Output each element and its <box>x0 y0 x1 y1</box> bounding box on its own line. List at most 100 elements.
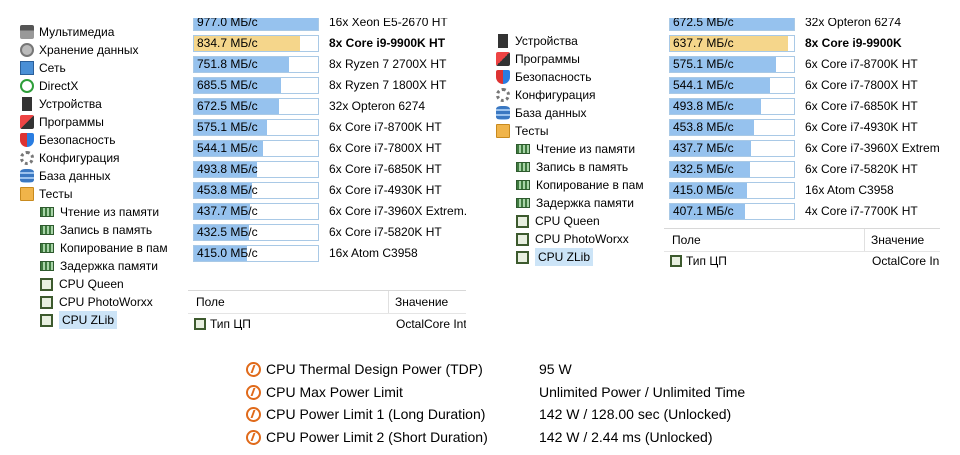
score-value: 453.8 МБ/с <box>673 120 734 134</box>
tree-item-база-данных[interactable]: База данных <box>496 104 586 122</box>
result-row[interactable]: 493.8 МБ/с 6x Core i7-6850K HT <box>193 159 466 180</box>
tree-item-база-данных[interactable]: База данных <box>20 167 110 185</box>
tree-item-безопасность[interactable]: Безопасность <box>20 131 116 149</box>
tree-item-устройства[interactable]: Устройства <box>20 95 102 113</box>
score-value: 751.8 МБ/с <box>197 57 258 71</box>
score-bar: 493.8 МБ/с <box>193 161 319 178</box>
left-navigation-tree: Мультимедиа Хранение данных Сеть DirectX Уст… <box>0 18 180 330</box>
power-limit-row[interactable]: CPU Power Limit 1 (Long Duration) 142 W /… <box>246 403 731 426</box>
score-value: 672.5 МБ/с <box>197 99 258 113</box>
security-icon <box>20 133 34 147</box>
tree-item-мультимедиа[interactable]: Мультимедиа <box>20 23 114 41</box>
cpu-name: 8x Core i9-9900K <box>805 36 902 50</box>
score-bar: 685.5 МБ/с <box>193 77 319 94</box>
score-bar: 415.0 МБ/с <box>193 245 319 262</box>
cpu-name: 32x Opteron 6274 <box>805 18 902 29</box>
tree-item-запись-в-память[interactable]: Запись в память <box>516 158 628 176</box>
tree-item-конфигурация[interactable]: Конфигурация <box>496 86 596 104</box>
result-row[interactable]: 407.1 МБ/с 4x Core i7-7700K HT <box>669 201 940 222</box>
ram-icon <box>40 261 54 271</box>
score-value: 637.7 МБ/с <box>673 36 734 50</box>
result-row[interactable]: 672.5 МБ/с 32x Opteron 6274 <box>193 96 466 117</box>
tree-item-cpu-queen[interactable]: CPU Queen <box>516 212 600 230</box>
result-row[interactable]: 493.8 МБ/с 6x Core i7-6850K HT <box>669 96 940 117</box>
column-header-field[interactable]: Поле <box>672 229 701 251</box>
right-results-panel: 672.5 МБ/с 32x Opteron 6274 637.7 МБ/с 8x C… <box>664 18 940 270</box>
cpu-name: 6x Core i7-4930K HT <box>805 120 918 134</box>
tree-item-копирование-в-пам[interactable]: Копирование в пам <box>516 176 644 194</box>
cpu-icon <box>40 313 53 327</box>
tree-item-тесты[interactable]: Тесты <box>20 185 72 203</box>
tree-item-directx[interactable]: DirectX <box>20 77 78 95</box>
result-row[interactable]: 544.1 МБ/с 6x Core i7-7800X HT <box>193 138 466 159</box>
tree-item-label: CPU Queen <box>59 277 124 291</box>
cpu-icon <box>516 250 529 264</box>
result-row[interactable]: 437.7 МБ/с 6x Core i7-3960X Extrem... <box>193 201 466 222</box>
tree-item-тесты[interactable]: Тесты <box>496 122 548 140</box>
tree-item-label: Программы <box>515 52 580 66</box>
column-header-field[interactable]: Поле <box>196 291 225 313</box>
cpu-name: 8x Ryzen 7 1800X HT <box>329 78 447 92</box>
tree-item-чтение-из-памяти[interactable]: Чтение из памяти <box>516 140 635 158</box>
tree-item-чтение-из-памяти[interactable]: Чтение из памяти <box>40 203 159 221</box>
property-row-cpu-type[interactable]: Тип ЦП OctalCore In <box>670 251 940 270</box>
tree-item-копирование-в-пам[interactable]: Копирование в пам <box>40 239 168 257</box>
result-row[interactable]: 575.1 МБ/с 6x Core i7-8700K HT <box>193 117 466 138</box>
result-row[interactable]: 415.0 МБ/с 16x Atom C3958 <box>669 180 940 201</box>
result-row[interactable]: 685.5 МБ/с 8x Ryzen 7 1800X HT <box>193 75 466 96</box>
tree-item-программы[interactable]: Программы <box>496 50 580 68</box>
score-bar: 453.8 МБ/с <box>193 182 319 199</box>
tree-item-безопасность[interactable]: Безопасность <box>496 68 592 86</box>
result-row[interactable]: 453.8 МБ/с 6x Core i7-4930K HT <box>669 117 940 138</box>
result-row[interactable]: 432.5 МБ/с 6x Core i7-5820K HT <box>669 159 940 180</box>
result-row[interactable]: 751.8 МБ/с 8x Ryzen 7 2700X HT <box>193 54 466 75</box>
result-row[interactable]: 637.7 МБ/с 8x Core i9-9900K <box>669 33 940 54</box>
tree-item-задержка-памяти[interactable]: Задержка памяти <box>40 257 158 275</box>
tree-item-cpu-queen[interactable]: CPU Queen <box>40 275 124 293</box>
tree-item-label: Чтение из памяти <box>536 142 636 156</box>
property-row-cpu-type[interactable]: Тип ЦП OctalCore Int <box>194 314 466 330</box>
cpu-name: 6x Core i7-8700K HT <box>329 120 442 134</box>
result-row[interactable]: 544.1 МБ/с 6x Core i7-7800X HT <box>669 75 940 96</box>
score-bar: 672.5 МБ/с <box>193 98 319 115</box>
result-row[interactable]: 977.0 МБ/с 16x Xeon E5-2670 HT <box>193 18 466 33</box>
result-row[interactable]: 575.1 МБ/с 6x Core i7-8700K HT <box>669 54 940 75</box>
column-header-value[interactable]: Значение <box>395 291 448 313</box>
power-limit-row[interactable]: CPU Max Power Limit Unlimited Power / Unl… <box>246 381 745 404</box>
tree-item-cpu-photoworxx[interactable]: CPU PhotoWorxx <box>516 230 629 248</box>
power-icon <box>246 362 261 377</box>
result-row[interactable]: 834.7 МБ/с 8x Core i9-9900K HT <box>193 33 466 54</box>
score-value: 672.5 МБ/с <box>673 18 734 29</box>
power-limit-row[interactable]: CPU Power Limit 2 (Short Duration) 142 W … <box>246 426 713 449</box>
tree-item-label: CPU ZLib <box>535 248 594 266</box>
tree-item-запись-в-память[interactable]: Запись в память <box>40 221 152 239</box>
score-bar: 751.8 МБ/с <box>193 56 319 73</box>
tree-item-label: Копирование в пам <box>536 178 644 192</box>
score-bar: 977.0 МБ/с <box>193 18 319 31</box>
property-field: Тип ЦП <box>686 254 727 268</box>
power-limit-row[interactable]: CPU Thermal Design Power (TDP) 95 W <box>246 358 572 381</box>
tree-item-cpu-zlib[interactable]: CPU ZLib <box>40 311 118 329</box>
tree-item-устройства[interactable]: Устройства <box>496 32 578 50</box>
tree-item-сеть[interactable]: Сеть <box>20 59 66 77</box>
result-row[interactable]: 432.5 МБ/с 6x Core i7-5820K HT <box>193 222 466 243</box>
power-icon <box>246 407 261 422</box>
tree-item-cpu-zlib[interactable]: CPU ZLib <box>516 248 594 266</box>
result-row[interactable]: 437.7 МБ/с 6x Core i7-3960X Extrem... <box>669 138 940 159</box>
score-bar: 432.5 МБ/с <box>193 224 319 241</box>
result-row[interactable]: 453.8 МБ/с 6x Core i7-4930K HT <box>193 180 466 201</box>
tree-item-программы[interactable]: Программы <box>20 113 104 131</box>
result-row[interactable]: 672.5 МБ/с 32x Opteron 6274 <box>669 18 940 33</box>
tree-item-конфигурация[interactable]: Конфигурация <box>20 149 120 167</box>
tree-item-cpu-photoworxx[interactable]: CPU PhotoWorxx <box>40 293 153 311</box>
column-header-value[interactable]: Значение <box>871 229 924 251</box>
right-benchmark-list: 672.5 МБ/с 32x Opteron 6274 637.7 МБ/с 8x C… <box>669 18 940 228</box>
cpu-name: 6x Core i7-3960X Extrem... <box>805 141 940 155</box>
cpu-name: 4x Core i7-7700K HT <box>805 204 918 218</box>
tree-item-хранение-данных[interactable]: Хранение данных <box>20 41 139 59</box>
property-value: OctalCore In <box>872 254 940 268</box>
score-value: 432.5 МБ/с <box>673 162 734 176</box>
result-row[interactable]: 415.0 МБ/с 16x Atom C3958 <box>193 243 466 264</box>
tree-item-задержка-памяти[interactable]: Задержка памяти <box>516 194 634 212</box>
score-value: 493.8 МБ/с <box>673 99 734 113</box>
